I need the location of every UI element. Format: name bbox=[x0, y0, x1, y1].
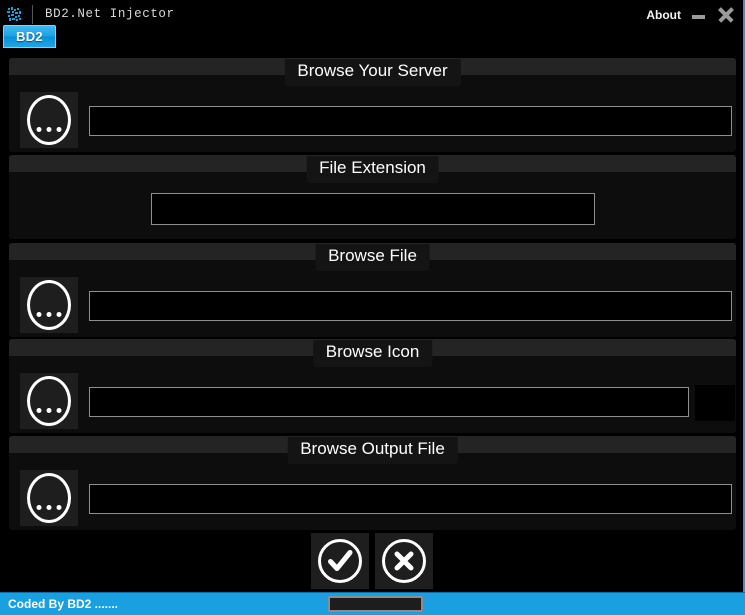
panel-browse-output-file: Browse Output File bbox=[9, 436, 736, 530]
accept-check-icon bbox=[328, 550, 353, 571]
browse-server-button[interactable] bbox=[20, 92, 78, 148]
panel-title-browse-file: Browse File bbox=[315, 244, 430, 271]
minimize-icon[interactable] bbox=[691, 7, 707, 23]
icon-path-input[interactable] bbox=[89, 387, 689, 417]
panel-file-extension: File Extension bbox=[9, 155, 736, 239]
status-text: Coded By BD2 ....... bbox=[8, 597, 119, 611]
file-extension-input[interactable] bbox=[151, 193, 595, 225]
panel-browse-icon: Browse Icon bbox=[9, 339, 736, 433]
ellipsis-dots-icon bbox=[36, 126, 62, 132]
action-bar bbox=[0, 533, 743, 591]
panel-title-browse-output-file: Browse Output File bbox=[287, 437, 458, 464]
app-logo-icon bbox=[6, 6, 24, 24]
tab-bd2[interactable]: BD2 bbox=[3, 25, 56, 48]
panel-browse-file: Browse File bbox=[9, 243, 736, 337]
browse-file-button[interactable] bbox=[20, 277, 78, 333]
ellipsis-circle-icon bbox=[27, 376, 71, 426]
ellipsis-circle-icon bbox=[27, 95, 71, 145]
panel-title-browse-icon: Browse Icon bbox=[312, 340, 433, 367]
panel-browse-your-server: Browse Your Server bbox=[9, 58, 736, 152]
ellipsis-dots-icon bbox=[36, 407, 62, 413]
about-button[interactable]: About bbox=[646, 8, 681, 22]
browse-icon-button[interactable] bbox=[20, 373, 78, 429]
ellipsis-circle-icon bbox=[27, 280, 71, 330]
app-window: BD2.Net Injector About BD2 Browse Your S… bbox=[0, 0, 745, 615]
cancel-button[interactable] bbox=[375, 533, 433, 589]
output-file-path-input[interactable] bbox=[89, 484, 732, 514]
close-icon[interactable] bbox=[717, 6, 735, 24]
ellipsis-circle-icon bbox=[27, 473, 71, 523]
tab-strip: BD2 bbox=[0, 25, 743, 49]
cancel-x-icon bbox=[394, 551, 414, 571]
title-separator bbox=[32, 5, 33, 24]
panel-title-browse-your-server: Browse Your Server bbox=[284, 59, 461, 86]
panel-title-file-extension: File Extension bbox=[306, 156, 439, 183]
ellipsis-dots-icon bbox=[36, 504, 62, 510]
tab-bd2-label: BD2 bbox=[16, 29, 43, 44]
file-path-input[interactable] bbox=[89, 291, 732, 321]
browse-output-file-button[interactable] bbox=[20, 470, 78, 526]
server-path-input[interactable] bbox=[89, 106, 732, 136]
app-title: BD2.Net Injector bbox=[45, 7, 175, 21]
accept-button[interactable] bbox=[311, 533, 369, 589]
ellipsis-dots-icon bbox=[36, 311, 62, 317]
icon-preview bbox=[695, 385, 735, 421]
progress-bar bbox=[328, 596, 423, 612]
status-bar: Coded By BD2 ....... bbox=[0, 592, 745, 615]
